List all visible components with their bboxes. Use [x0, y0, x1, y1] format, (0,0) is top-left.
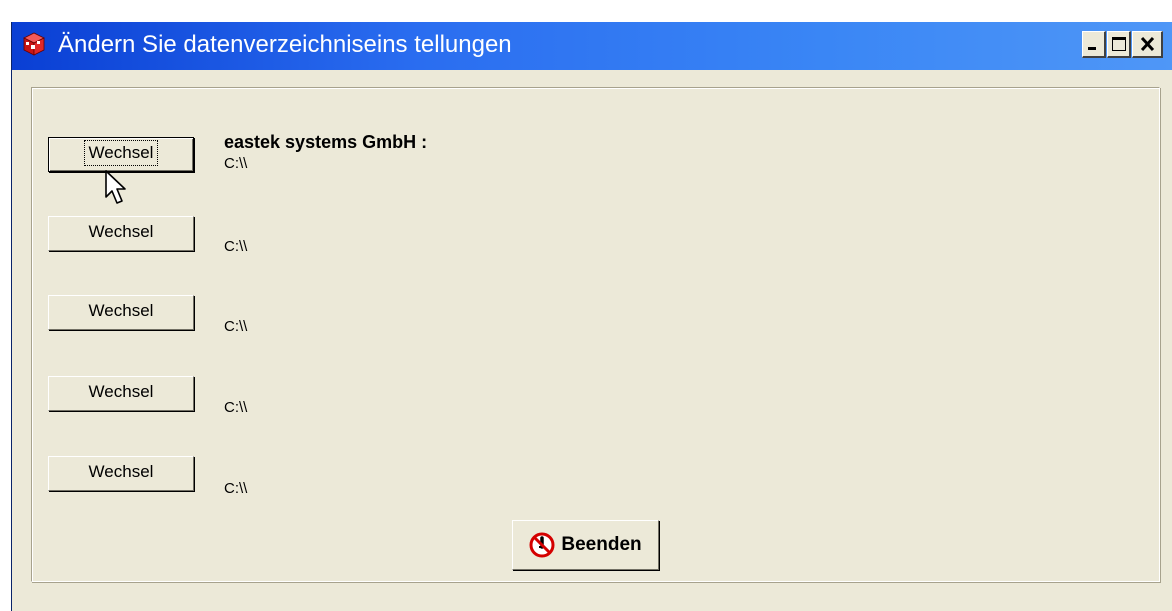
exit-button[interactable]: Beenden	[512, 520, 659, 570]
change-directory-button-3[interactable]: Wechsel	[48, 295, 194, 330]
minimize-icon	[1088, 47, 1096, 50]
window-title: Ändern Sie datenverzeichniseins tellunge…	[58, 31, 512, 58]
button-label: Wechsel	[88, 461, 154, 481]
button-label: Wechsel	[88, 300, 154, 320]
company-label: eastek systems GmbH :	[224, 132, 428, 152]
maximize-icon	[1112, 37, 1126, 51]
red-3d-box-icon	[22, 31, 46, 57]
change-directory-button-4[interactable]: Wechsel	[48, 376, 194, 411]
button-label: Wechsel	[88, 221, 154, 241]
directory-path-5: C:\\	[224, 480, 248, 497]
change-directory-button-1[interactable]: Wechsel	[48, 137, 194, 172]
exit-button-label: Beenden	[561, 534, 642, 555]
button-label: Wechsel	[83, 139, 159, 166]
maximize-button[interactable]	[1107, 31, 1131, 58]
button-label: Wechsel	[88, 381, 154, 401]
directory-path-4: C:\\	[224, 399, 248, 416]
directory-path-3: C:\\	[224, 318, 248, 335]
change-directory-button-2[interactable]: Wechsel	[48, 216, 194, 251]
directory-path-1: C:\\	[224, 155, 248, 172]
dialog-window: Ändern Sie datenverzeichniseins tellunge…	[11, 22, 1172, 611]
directory-path-2: C:\\	[224, 238, 248, 255]
title-bar[interactable]: Ändern Sie datenverzeichniseins tellunge…	[12, 22, 1172, 70]
mouse-pointer-icon	[105, 170, 126, 204]
minimize-button[interactable]	[1082, 31, 1106, 58]
stop-icon	[529, 532, 555, 558]
change-directory-button-5[interactable]: Wechsel	[48, 456, 194, 491]
close-button[interactable]	[1132, 31, 1163, 58]
close-icon	[1140, 36, 1155, 52]
settings-group	[31, 87, 1160, 582]
